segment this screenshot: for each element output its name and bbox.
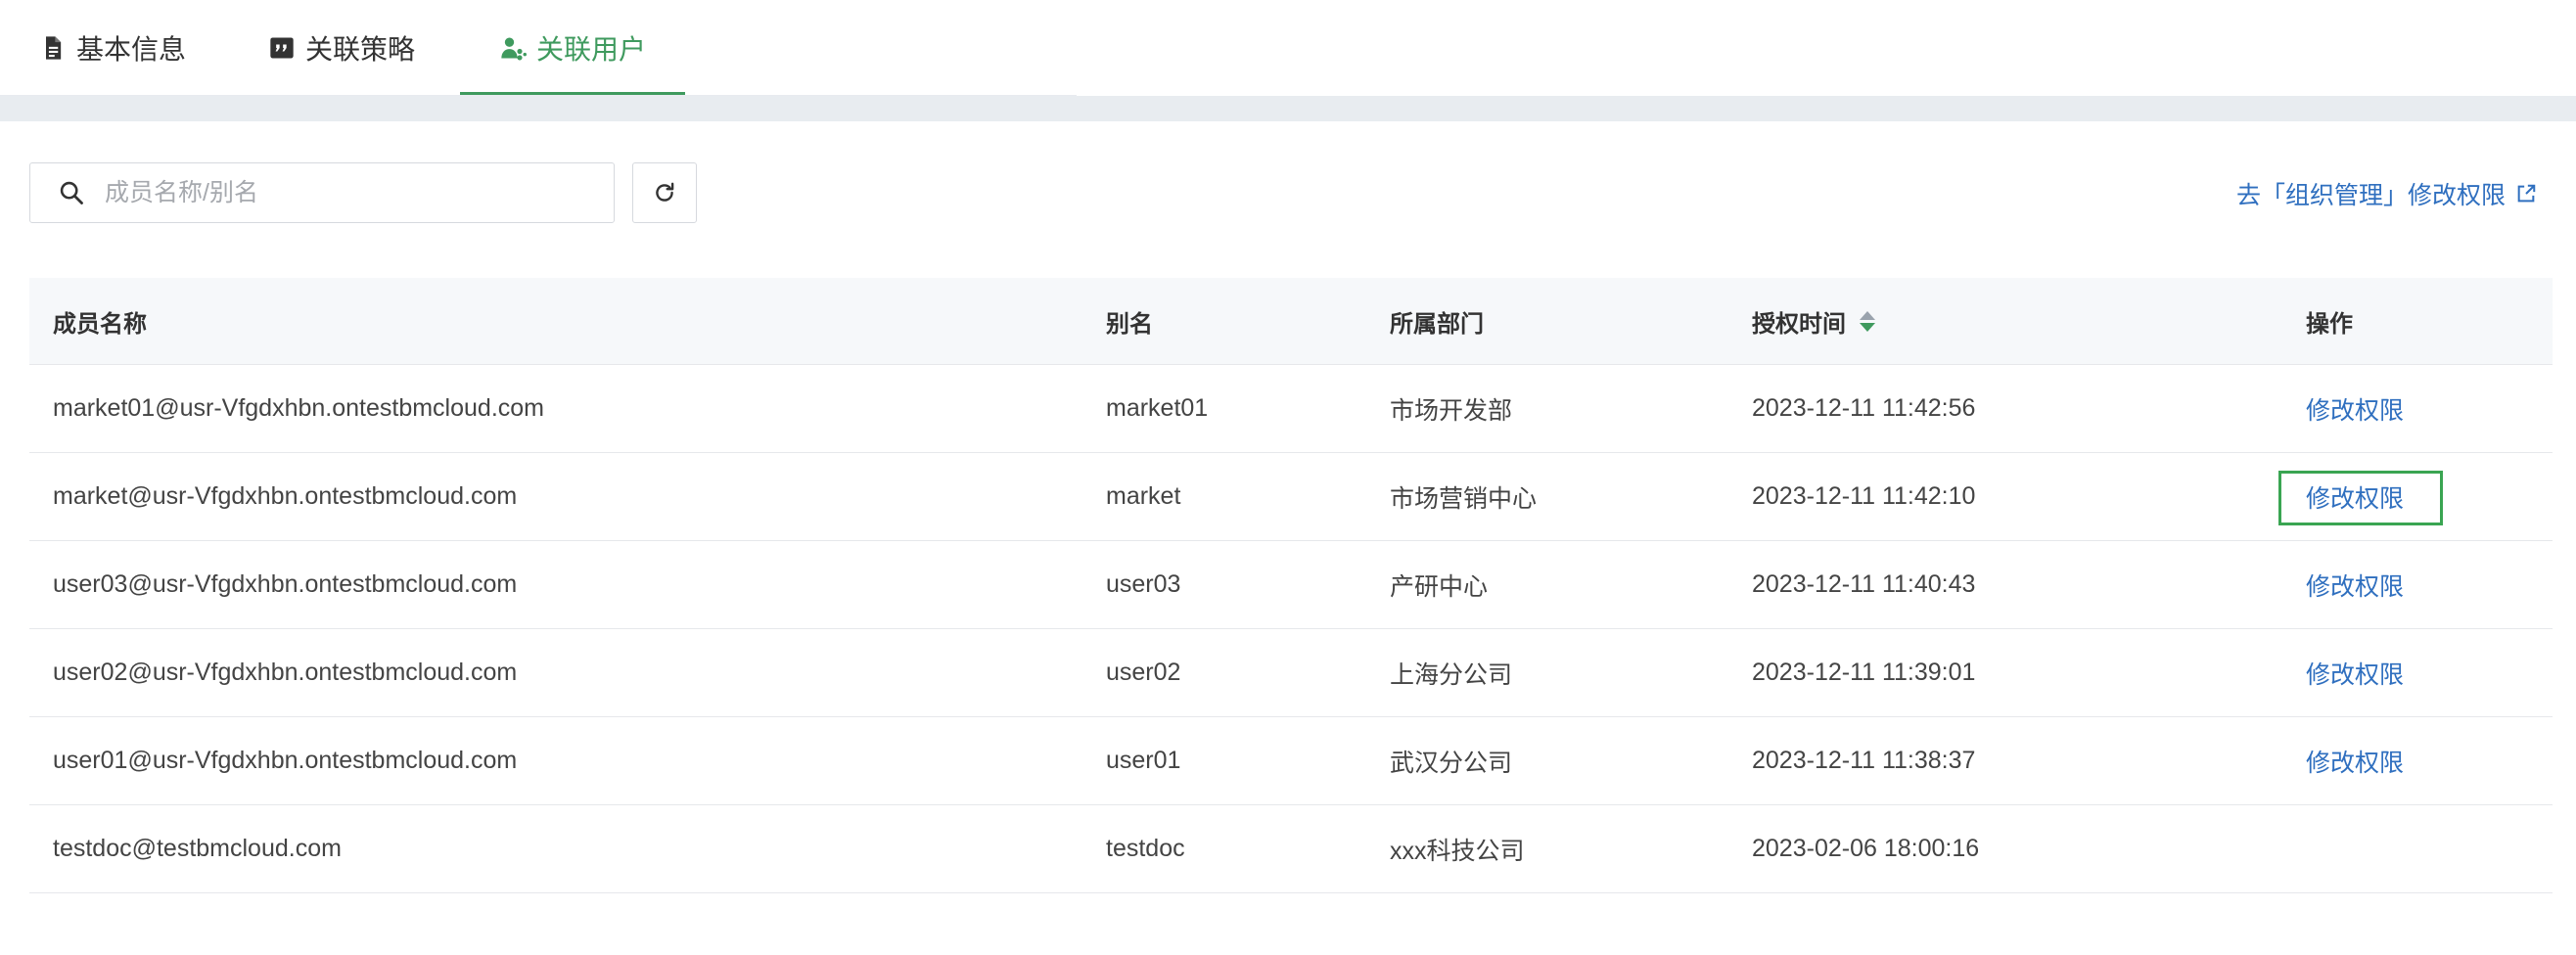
member-name: user01@usr-Vfgdxhbn.ontestbmcloud.com (53, 747, 518, 774)
refresh-icon (656, 182, 674, 202)
column-header-alias: 别名 (1106, 310, 1153, 338)
table-row: user02@usr-Vfgdxhbn.ontestbmcloud.com us… (29, 629, 2553, 717)
section-separator (0, 96, 2576, 121)
tab-basic-info[interactable]: 基本信息 (39, 0, 186, 96)
member-name: user02@usr-Vfgdxhbn.ontestbmcloud.com (53, 659, 518, 686)
search-icon (60, 181, 83, 205)
member-department: 产研中心 (1390, 572, 1489, 601)
member-alias: user03 (1106, 570, 1181, 598)
table-row: testdoc@testbmcloud.com testdoc xxx科技公司 … (29, 805, 2553, 893)
auth-time: 2023-12-11 11:39:01 (1752, 659, 1976, 686)
external-link-icon (2517, 184, 2536, 203)
search-input[interactable] (103, 177, 576, 208)
member-alias: market01 (1106, 394, 1209, 422)
member-department: 武汉分公司 (1390, 749, 1513, 777)
edit-permission-link[interactable]: 修改权限 (2306, 744, 2404, 779)
edit-permission-link[interactable]: 修改权限 (2306, 656, 2404, 691)
member-alias: user02 (1106, 659, 1181, 686)
edit-permission-link[interactable]: 修改权限 (2306, 568, 2404, 603)
auth-time: 2023-12-11 11:38:37 (1752, 747, 1976, 774)
member-name: testdoc@testbmcloud.com (53, 835, 342, 862)
tab-label: 关联用户 (536, 34, 647, 65)
table-row: market01@usr-Vfgdxhbn.ontestbmcloud.com … (29, 365, 2553, 453)
table-row: market@usr-Vfgdxhbn.ontestbmcloud.com ma… (29, 453, 2553, 541)
column-header-actions: 操作 (2306, 310, 2353, 338)
table-row: user03@usr-Vfgdxhbn.ontestbmcloud.com us… (29, 541, 2553, 629)
quote-icon (270, 37, 294, 59)
column-header-department: 所属部门 (1390, 310, 1484, 338)
users-icon (501, 37, 527, 61)
org-management-link[interactable]: 去「组织管理」修改权限 (2236, 176, 2537, 211)
member-alias: user01 (1106, 747, 1181, 774)
member-department: 市场营销中心 (1390, 484, 1538, 513)
column-header-label: 授权时间 (1752, 310, 1846, 338)
tab-related-policies[interactable]: 关联策略 (268, 0, 415, 96)
users-table: 成员名称 别名 所属部门 授权时间 操作 market01@usr-Vfgdxh… (29, 278, 2553, 893)
edit-permission-link[interactable]: 修改权限 (2306, 479, 2404, 515)
table-header: 成员名称 别名 所属部门 授权时间 操作 (29, 278, 2553, 365)
auth-time: 2023-12-11 11:42:56 (1752, 394, 1976, 422)
auth-time: 2023-12-11 11:40:43 (1752, 570, 1976, 598)
edit-permission-link[interactable]: 修改权限 (2306, 391, 2404, 427)
sort-icon[interactable] (1860, 310, 1875, 332)
auth-time: 2023-02-06 18:00:16 (1752, 835, 1980, 862)
tab-label: 基本信息 (76, 34, 187, 65)
member-name: user03@usr-Vfgdxhbn.ontestbmcloud.com (53, 570, 518, 598)
column-header-name: 成员名称 (53, 310, 147, 338)
member-department: 上海分公司 (1390, 660, 1513, 689)
org-link-label: 去「组织管理」修改权限 (2235, 182, 2506, 209)
document-icon (46, 36, 62, 60)
member-department: xxx科技公司 (1390, 837, 1525, 865)
table-row: user01@usr-Vfgdxhbn.ontestbmcloud.com us… (29, 717, 2553, 805)
member-department: 市场开发部 (1390, 396, 1513, 425)
member-name: market@usr-Vfgdxhbn.ontestbmcloud.com (53, 482, 518, 510)
member-alias: testdoc (1106, 835, 1185, 862)
refresh-button[interactable] (632, 162, 697, 223)
column-header-auth-time[interactable]: 授权时间 (1752, 278, 1875, 364)
member-name: market01@usr-Vfgdxhbn.ontestbmcloud.com (53, 394, 545, 422)
search-box[interactable] (29, 162, 615, 223)
auth-time: 2023-12-11 11:42:10 (1752, 482, 1976, 510)
tab-bar: 基本信息 关联策略 关联用户 (0, 0, 1077, 96)
tab-label: 关联策略 (305, 34, 416, 65)
tab-related-users[interactable]: 关联用户 (459, 0, 686, 96)
member-alias: market (1106, 482, 1181, 510)
